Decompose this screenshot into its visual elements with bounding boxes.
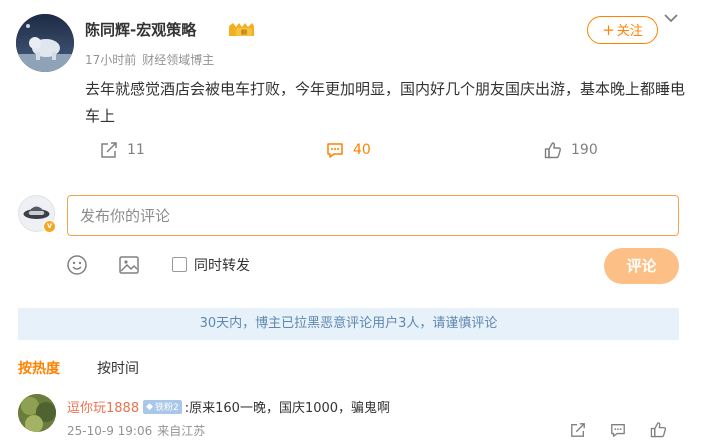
comment-input[interactable]	[67, 195, 679, 236]
weibo-post-detail: 陈同辉-宏观策略 III 17小时前 财经领域博主 + 关注 去年就感觉酒店会被电车…	[0, 0, 711, 446]
blocked-users-notice: 30天内，博主已拉黑恶意评论用户3人，请谨慎评论	[18, 308, 679, 340]
comment-repost-icon[interactable]	[570, 422, 586, 438]
follow-button[interactable]: + 关注	[587, 16, 658, 44]
author-name[interactable]: 陈同辉-宏观策略	[85, 19, 196, 40]
comment-meta: 25-10-9 19:06 来自江苏	[67, 422, 205, 439]
chevron-down-icon[interactable]	[663, 11, 679, 25]
repost-checkbox[interactable]	[172, 257, 187, 272]
verification-label: 财经领域博主	[142, 53, 215, 67]
follow-plus-icon: +	[602, 21, 615, 39]
fan-badge: ◆ 铁粉2	[143, 399, 182, 414]
author-avatar[interactable]	[16, 14, 74, 72]
image-icon[interactable]	[118, 254, 140, 276]
comment-action[interactable]: 40	[326, 140, 371, 160]
commenter-name[interactable]: 逗你玩1888	[67, 397, 139, 416]
emoji-icon[interactable]	[66, 254, 88, 276]
sort-by-hot-tab[interactable]: 按热度	[18, 358, 60, 378]
post-meta: 17小时前 财经领域博主	[85, 51, 214, 68]
post-content: 去年就感觉酒店会被电车打败，今年更加明显，国内好几个朋友国庆出游，基本晚上都睡电…	[85, 80, 686, 125]
comment-like-icon[interactable]	[650, 421, 667, 438]
follow-label: 关注	[616, 24, 643, 39]
submit-comment-button[interactable]: 评论	[604, 248, 679, 284]
sort-by-time-tab[interactable]: 按时间	[97, 358, 139, 378]
verified-badge-icon: v	[43, 220, 56, 233]
like-count: 190	[571, 142, 598, 158]
vip-badge-text: III	[241, 30, 247, 37]
comment-location: 来自江苏	[157, 424, 206, 438]
repost-action[interactable]: 11	[100, 140, 145, 160]
current-user-avatar[interactable]: v	[18, 195, 56, 233]
vip-badge-icon: III	[229, 23, 254, 37]
post-time[interactable]: 17小时前	[85, 53, 136, 67]
repost-count: 11	[127, 142, 145, 158]
fan-badge-diamond-icon: ◆	[146, 401, 154, 412]
comment-text: :原来160一晚，国庆1000，骗鬼啊	[184, 401, 391, 416]
repost-checkbox-label[interactable]: 同时转发	[194, 255, 250, 275]
commenter-avatar[interactable]	[18, 394, 56, 432]
comment-icon	[327, 143, 343, 158]
repost-icon	[101, 142, 117, 158]
comment-date: 25-10-9 19:06	[67, 424, 153, 438]
like-icon	[544, 142, 561, 159]
comment-reply-icon[interactable]	[610, 422, 626, 438]
like-action[interactable]: 190	[544, 140, 598, 160]
fan-badge-label: 铁粉2	[155, 403, 179, 413]
comment-line: 逗你玩1888 ◆ 铁粉2 :原来160一晚，国庆1000，骗鬼啊	[67, 397, 390, 416]
comment-count: 40	[353, 142, 371, 158]
